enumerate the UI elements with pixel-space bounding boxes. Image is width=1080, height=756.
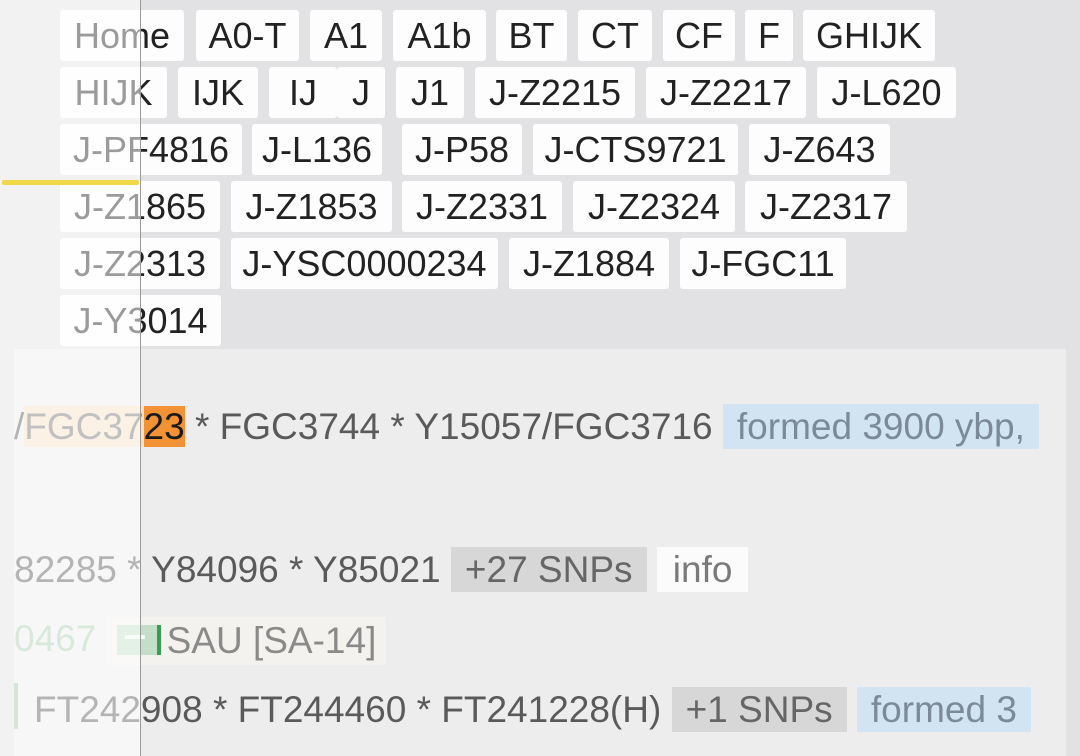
crumb-j-z2217[interactable]: J-Z2217 [646, 67, 806, 118]
country-label: SAU [SA-14] [166, 620, 377, 661]
crumb-hijk[interactable]: HIJK [60, 67, 167, 118]
crumb-cf[interactable]: CF [663, 10, 735, 61]
snp-prefix: / [14, 406, 25, 447]
tree-branch-indicator [14, 683, 18, 729]
formed-age-badge: formed 3900 ybp, [722, 404, 1039, 449]
crumb-bt[interactable]: BT [496, 10, 567, 61]
crumb-j-z2215[interactable]: J-Z2215 [475, 67, 635, 118]
crumb-j1[interactable]: J1 [396, 67, 464, 118]
crumb-a0-t[interactable]: A0-T [196, 10, 299, 61]
crumb-a1b[interactable]: A1b [393, 10, 486, 61]
crumb-j-pf4816[interactable]: J-PF4816 [60, 124, 242, 175]
crumb-j-z2324[interactable]: J-Z2324 [573, 181, 735, 232]
crumb-j-cts9721[interactable]: J-CTS9721 [533, 124, 738, 175]
crumb-ct[interactable]: CT [578, 10, 652, 61]
crumb-j-ysc0000234[interactable]: J-YSC0000234 [231, 238, 498, 289]
sample-id: 0467 [14, 617, 97, 659]
crumb-j-l136[interactable]: J-L136 [252, 124, 382, 175]
country-badge: SAU [SA-14] [106, 617, 387, 665]
crumb-home[interactable]: Home [60, 10, 184, 61]
crumb-a1[interactable]: A1 [310, 10, 382, 61]
crumb-j-z2313[interactable]: J-Z2313 [60, 238, 220, 289]
crumb-j-l620[interactable]: J-L620 [817, 67, 956, 118]
breadcrumb-row: HIJK IJK IJ J J1 J-Z2215 J-Z2217 J-L620 [60, 67, 1070, 124]
crumb-ghijk[interactable]: GHIJK [803, 10, 935, 61]
crumb-ij[interactable]: IJ [269, 67, 337, 118]
crumb-j-y3014[interactable]: J-Y3014 [60, 295, 221, 346]
info-button[interactable]: info [656, 547, 749, 592]
crumb-j-z1884[interactable]: J-Z1884 [509, 238, 669, 289]
crumb-j[interactable]: J [337, 67, 385, 118]
crumb-j-z643[interactable]: J-Z643 [749, 124, 890, 175]
tree-node-line[interactable]: /FGC3723 * FGC3744 * Y15057/FGC3716 form… [14, 404, 1039, 449]
formed-age-badge: formed 3 [856, 687, 1031, 732]
haplogroup-breadcrumbs: Home A0-T A1 A1b BT CT CF F GHIJK HIJK I… [60, 10, 1070, 352]
crumb-f[interactable]: F [745, 10, 793, 61]
crumb-j-z1853[interactable]: J-Z1853 [231, 181, 392, 232]
selection-indicator [2, 180, 139, 185]
flag-icon [116, 625, 161, 656]
breadcrumb-row: J-Z2313 J-YSC0000234 J-Z1884 J-FGC11 [60, 238, 1070, 295]
crumb-j-z2317[interactable]: J-Z2317 [745, 181, 907, 232]
snp-list: * FGC3744 * Y15057/FGC3716 [184, 406, 723, 447]
breadcrumb-row: Home A0-T A1 A1b BT CT CF F GHIJK [60, 10, 1070, 67]
snp-list: FT242908 * FT244460 * FT241228(H) [34, 689, 672, 730]
snp-match-partial: FGC37 [24, 406, 144, 447]
breadcrumb-row: J-Z1865 J-Z1853 J-Z2331 J-Z2324 J-Z2317 [60, 181, 1070, 238]
crumb-j-p58[interactable]: J-P58 [402, 124, 522, 175]
more-snps-button[interactable]: +27 SNPs [450, 547, 647, 592]
crumb-j-z1865[interactable]: J-Z1865 [60, 181, 220, 232]
breadcrumb-row: J-PF4816 J-L136 J-P58 J-CTS9721 J-Z643 [60, 124, 1070, 181]
crumb-j-z2331[interactable]: J-Z2331 [402, 181, 562, 232]
snp-match-highlight: 23 [143, 406, 185, 447]
crumb-j-fgc11[interactable]: J-FGC11 [680, 238, 846, 289]
breadcrumb-row: J-Y3014 [60, 295, 1070, 352]
snp-list: 82285 * Y84096 * Y85021 [14, 549, 451, 590]
crumb-ijk[interactable]: IJK [178, 67, 258, 118]
tree-node-line[interactable]: 82285 * Y84096 * Y85021 +27 SNPs info [14, 547, 749, 592]
tree-node-line[interactable]: FT242908 * FT244460 * FT241228(H) +1 SNP… [34, 687, 1031, 732]
haplotree-panel: /FGC3723 * FGC3744 * Y15057/FGC3716 form… [14, 349, 1066, 756]
more-snps-button[interactable]: +1 SNPs [671, 687, 847, 732]
sample-line: 0467 SAU [SA-14] [14, 617, 387, 665]
